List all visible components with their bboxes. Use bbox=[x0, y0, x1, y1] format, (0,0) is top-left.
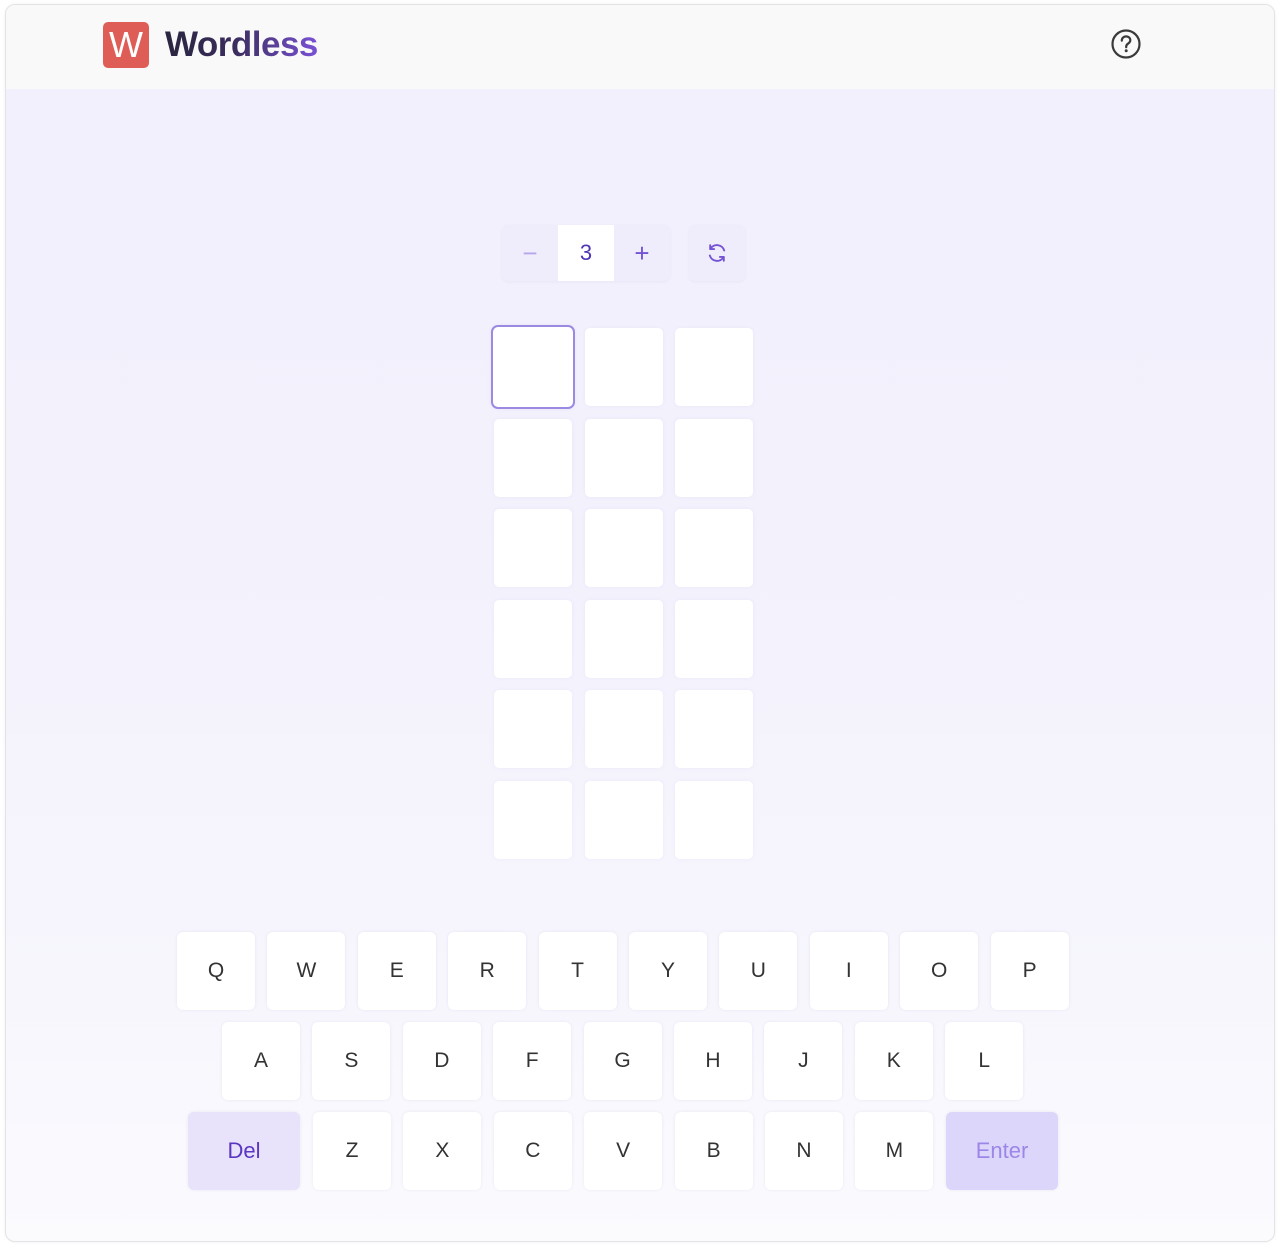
key-q[interactable]: Q bbox=[177, 932, 255, 1010]
letter-tile bbox=[494, 690, 572, 769]
letter-tile bbox=[675, 599, 754, 678]
key-r[interactable]: R bbox=[448, 932, 527, 1010]
letter-tile bbox=[494, 599, 572, 678]
key-e[interactable]: E bbox=[357, 932, 436, 1010]
key-o[interactable]: O bbox=[900, 932, 979, 1010]
new-game-button[interactable] bbox=[689, 225, 745, 281]
word-length-stepper: − 3 + bbox=[502, 225, 670, 281]
word-length-value: 3 bbox=[558, 225, 614, 281]
key-x[interactable]: X bbox=[403, 1112, 482, 1190]
letter-tile bbox=[494, 781, 572, 859]
key-n[interactable]: N bbox=[765, 1112, 843, 1190]
key-m[interactable]: M bbox=[855, 1112, 934, 1190]
delete-key[interactable]: Del bbox=[188, 1112, 300, 1190]
help-button[interactable] bbox=[1110, 28, 1142, 60]
letter-tile bbox=[494, 509, 572, 588]
letter-tile bbox=[584, 781, 663, 859]
decrease-length-button[interactable]: − bbox=[502, 225, 558, 281]
key-t[interactable]: T bbox=[538, 932, 617, 1010]
letter-tile bbox=[584, 418, 663, 497]
key-y[interactable]: Y bbox=[629, 932, 707, 1010]
letter-tile bbox=[494, 418, 572, 497]
app-title: Wordless bbox=[165, 23, 318, 67]
key-s[interactable]: S bbox=[312, 1022, 391, 1100]
key-g[interactable]: G bbox=[583, 1022, 662, 1100]
app-window: W Wordless − 3 + Q W E R T Y U I O P A S D F G H J K L Del Z… bbox=[5, 4, 1275, 1242]
key-f[interactable]: F bbox=[493, 1022, 572, 1100]
key-d[interactable]: D bbox=[402, 1022, 481, 1100]
key-u[interactable]: U bbox=[719, 932, 798, 1010]
letter-tile bbox=[584, 509, 663, 588]
letter-tile bbox=[675, 418, 754, 497]
key-j[interactable]: J bbox=[764, 1022, 843, 1100]
letter-tile bbox=[675, 781, 754, 859]
logo: W bbox=[103, 22, 149, 68]
key-k[interactable]: K bbox=[854, 1022, 933, 1100]
letter-tile bbox=[675, 690, 754, 769]
key-l[interactable]: L bbox=[945, 1022, 1024, 1100]
help-circle-icon bbox=[1111, 29, 1141, 59]
letter-tile bbox=[675, 328, 754, 406]
letter-tile bbox=[584, 328, 663, 406]
key-v[interactable]: V bbox=[584, 1112, 663, 1190]
app-header: W Wordless bbox=[6, 5, 1274, 89]
increase-length-button[interactable]: + bbox=[614, 225, 670, 281]
refresh-icon bbox=[708, 244, 726, 262]
enter-key[interactable]: Enter bbox=[946, 1112, 1058, 1190]
key-b[interactable]: B bbox=[674, 1112, 753, 1190]
key-p[interactable]: P bbox=[990, 932, 1069, 1010]
letter-tile bbox=[584, 690, 663, 769]
key-z[interactable]: Z bbox=[313, 1112, 391, 1190]
key-c[interactable]: C bbox=[493, 1112, 572, 1190]
letter-tile bbox=[675, 509, 754, 588]
key-a[interactable]: A bbox=[222, 1022, 300, 1100]
letter-tile-active bbox=[491, 325, 575, 409]
key-w[interactable]: W bbox=[267, 932, 346, 1010]
letter-tile bbox=[584, 599, 663, 678]
key-h[interactable]: H bbox=[674, 1022, 752, 1100]
key-i[interactable]: I bbox=[809, 932, 888, 1010]
